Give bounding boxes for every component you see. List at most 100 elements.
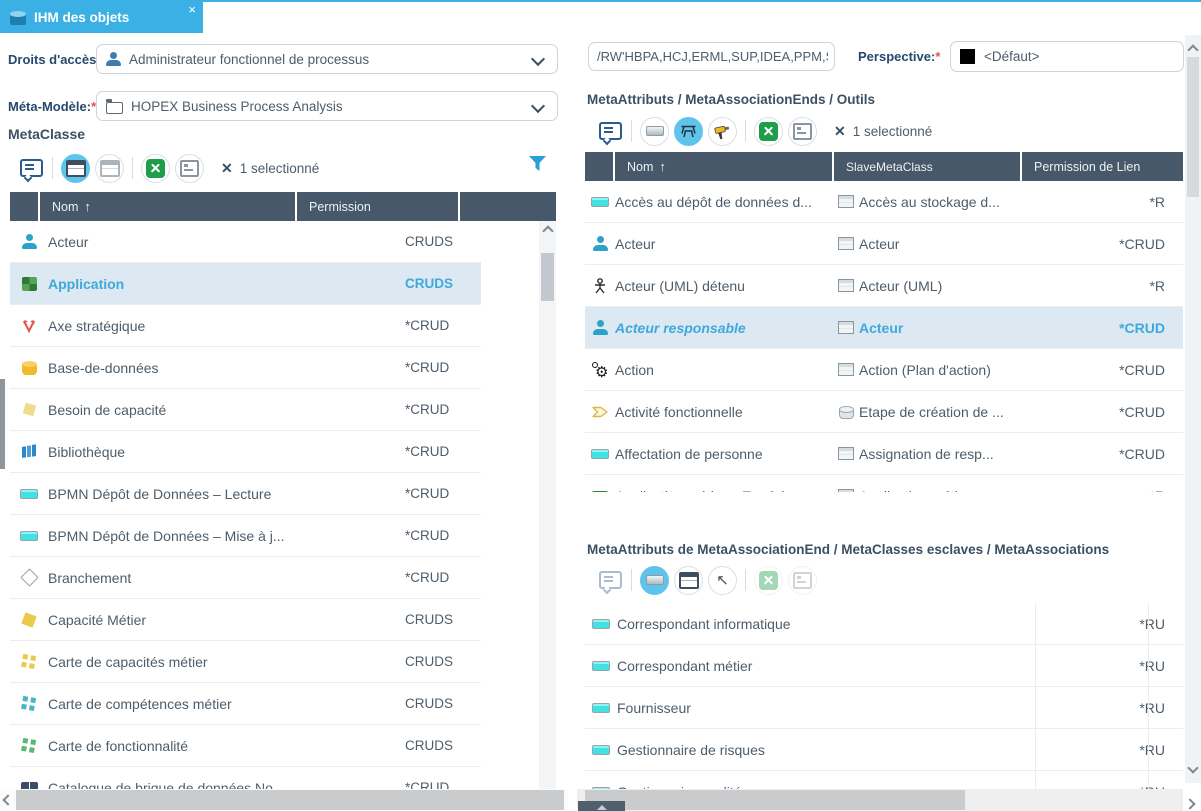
header-cell-slavemetaclass[interactable]: SlaveMetaClass <box>834 152 1020 181</box>
attributes-section-title: MetaAttributs / MetaAssociationEnds / Ou… <box>587 92 875 107</box>
tab-ihm-des-objets[interactable]: IHM des objets × <box>0 2 203 33</box>
table-row[interactable]: Accès au dépôt de données d...Accès au s… <box>585 181 1183 223</box>
table-row[interactable]: Catalogue de brique de données No*CRUD <box>10 767 481 789</box>
table-row[interactable]: ApplicationCRUDS <box>10 263 481 305</box>
table-icon <box>833 279 859 292</box>
table-icon <box>833 195 859 208</box>
table-row[interactable]: Activité fonctionnelleEtape de création … <box>585 391 1183 433</box>
bpmn-pill-icon <box>585 703 617 713</box>
scroll-up-icon[interactable] <box>539 221 556 237</box>
excel-icon[interactable] <box>141 154 170 183</box>
comment-icon[interactable] <box>597 117 623 146</box>
rows-light-icon[interactable] <box>95 154 124 183</box>
strategic-axis-icon <box>10 319 48 333</box>
header-cell-permission[interactable]: Permission <box>297 192 458 221</box>
metaclass-body: ActeurCRUDSApplicationCRUDSAxe stratégiq… <box>10 221 481 789</box>
report-icon[interactable] <box>788 566 817 595</box>
excel-icon[interactable] <box>754 566 783 595</box>
table-row[interactable]: Base-de-données*CRUD <box>10 347 481 389</box>
table-row[interactable]: Besoin de capacité*CRUD <box>10 389 481 431</box>
list-item[interactable]: Gestionnaire qualité*RU <box>585 771 1183 789</box>
list-item[interactable]: Correspondant informatique*RU <box>585 603 1183 645</box>
clear-selection-icon[interactable]: ✕ <box>221 160 233 177</box>
comment-icon[interactable] <box>597 566 623 595</box>
table-row[interactable]: Application métier – EmploiApplication m… <box>585 475 1183 492</box>
report-icon[interactable] <box>175 154 204 183</box>
clear-selection-icon[interactable]: ✕ <box>834 123 846 140</box>
row-name: Gestionnaire de risques <box>617 742 1045 758</box>
row-name: Fournisseur <box>617 700 1045 716</box>
table-icon <box>833 363 859 376</box>
row-name: Activité fonctionnelle <box>615 404 833 420</box>
scrollbar-thumb[interactable] <box>16 790 564 810</box>
close-icon[interactable]: × <box>188 2 196 17</box>
comment-icon[interactable] <box>18 154 44 183</box>
list-item[interactable]: Gestionnaire de risques*RU <box>585 729 1183 771</box>
table-row[interactable]: ⚙ActionAction (Plan d'action)*CRUD <box>585 349 1183 391</box>
drill-icon[interactable] <box>708 117 737 146</box>
header-cell-nom[interactable]: Nom↑ <box>615 152 832 181</box>
left-splitter-handle[interactable] <box>0 379 5 469</box>
header-cell-permission-lien[interactable]: Permission de Lien <box>1022 152 1183 181</box>
attributes-horizontal-scrollbar[interactable] <box>577 789 1183 811</box>
pill-icon[interactable] <box>640 117 669 146</box>
metamodel-filter-input[interactable] <box>588 42 835 71</box>
table-row[interactable]: Acteur responsableActeur*CRUD <box>585 307 1183 349</box>
perspective-dropdown[interactable]: <Défaut> <box>950 41 1184 72</box>
scroll-right-icon[interactable] <box>1186 795 1194 811</box>
table-row[interactable]: Carte de fonctionnalitéCRUDS <box>10 725 481 767</box>
table-icon <box>833 447 859 460</box>
row-permission: *RU <box>1045 700 1183 716</box>
access-rights-dropdown[interactable]: Administrateur fonctionnel de processus <box>96 44 558 74</box>
row-permission: *CRUD <box>405 528 481 543</box>
header-cell-nom[interactable]: Nom↑ <box>40 192 295 221</box>
excel-icon[interactable] <box>754 117 783 146</box>
table-row[interactable]: Bibliothèque*CRUD <box>10 431 481 473</box>
arrow-nw-icon[interactable]: ↖ <box>708 566 737 595</box>
right-vertical-scrollbar[interactable] <box>1185 35 1201 783</box>
row-name: Acteur <box>615 236 833 252</box>
table-row[interactable]: Axe stratégique*CRUD <box>10 305 481 347</box>
application-green-icon <box>585 491 615 492</box>
list-item[interactable]: Correspondant métier*RU <box>585 645 1183 687</box>
metaclass-vertical-scrollbar[interactable] <box>539 221 556 789</box>
table-row[interactable]: Acteur (UML) détenuActeur (UML)*R <box>585 265 1183 307</box>
rows-icon[interactable] <box>674 566 703 595</box>
table-row[interactable]: BPMN Dépôt de Données – Lecture*CRUD <box>10 473 481 515</box>
scroll-left-icon[interactable] <box>0 796 16 804</box>
chevron-up-icon <box>597 805 607 810</box>
table-row[interactable]: ActeurCRUDS <box>10 221 481 263</box>
list-item[interactable]: Fournisseur*RU <box>585 687 1183 729</box>
header-cell-blank <box>10 192 38 221</box>
row-permission: *CRUD <box>405 360 481 375</box>
column-divider <box>1148 603 1149 789</box>
capability-icon <box>10 614 48 626</box>
table-row[interactable]: ActeurActeur*CRUD <box>585 223 1183 265</box>
table-row[interactable]: Branchement*CRUD <box>10 557 481 599</box>
row-name: Action <box>615 362 833 378</box>
table-row[interactable]: BPMN Dépôt de Données – Mise à j...*CRUD <box>10 515 481 557</box>
report-icon[interactable] <box>788 117 817 146</box>
metaclass-horizontal-scrollbar[interactable] <box>0 789 568 811</box>
table-row[interactable]: Carte de capacités métierCRUDS <box>10 641 481 683</box>
splitter-collapse-button[interactable] <box>578 801 625 811</box>
table-row[interactable]: Affectation de personneAssignation de re… <box>585 433 1183 475</box>
table-row[interactable]: Capacité MétierCRUDS <box>10 599 481 641</box>
action-gear-icon: ⚙ <box>585 362 615 378</box>
library-icon <box>10 444 48 459</box>
trestle-icon[interactable] <box>674 117 703 146</box>
sort-asc-icon: ↑ <box>84 199 91 214</box>
pill-icon[interactable] <box>640 566 669 595</box>
table-row[interactable]: Carte de compétences métierCRUDS <box>10 683 481 725</box>
filter-icon[interactable] <box>528 155 547 172</box>
rows-icon[interactable] <box>61 154 90 183</box>
scrollbar-thumb[interactable] <box>1187 57 1199 197</box>
metaclass-toolbar: ✕1 selectionné <box>18 151 319 185</box>
scrollbar-thumb[interactable] <box>541 253 554 301</box>
row-name: Correspondant informatique <box>617 616 1045 632</box>
user-icon <box>106 52 121 66</box>
row-name: Bibliothèque <box>48 444 405 460</box>
meta-model-dropdown[interactable]: HOPEX Business Process Analysis <box>96 91 558 121</box>
scrollbar-thumb[interactable] <box>585 790 965 810</box>
scroll-down-icon[interactable] <box>1189 759 1197 777</box>
